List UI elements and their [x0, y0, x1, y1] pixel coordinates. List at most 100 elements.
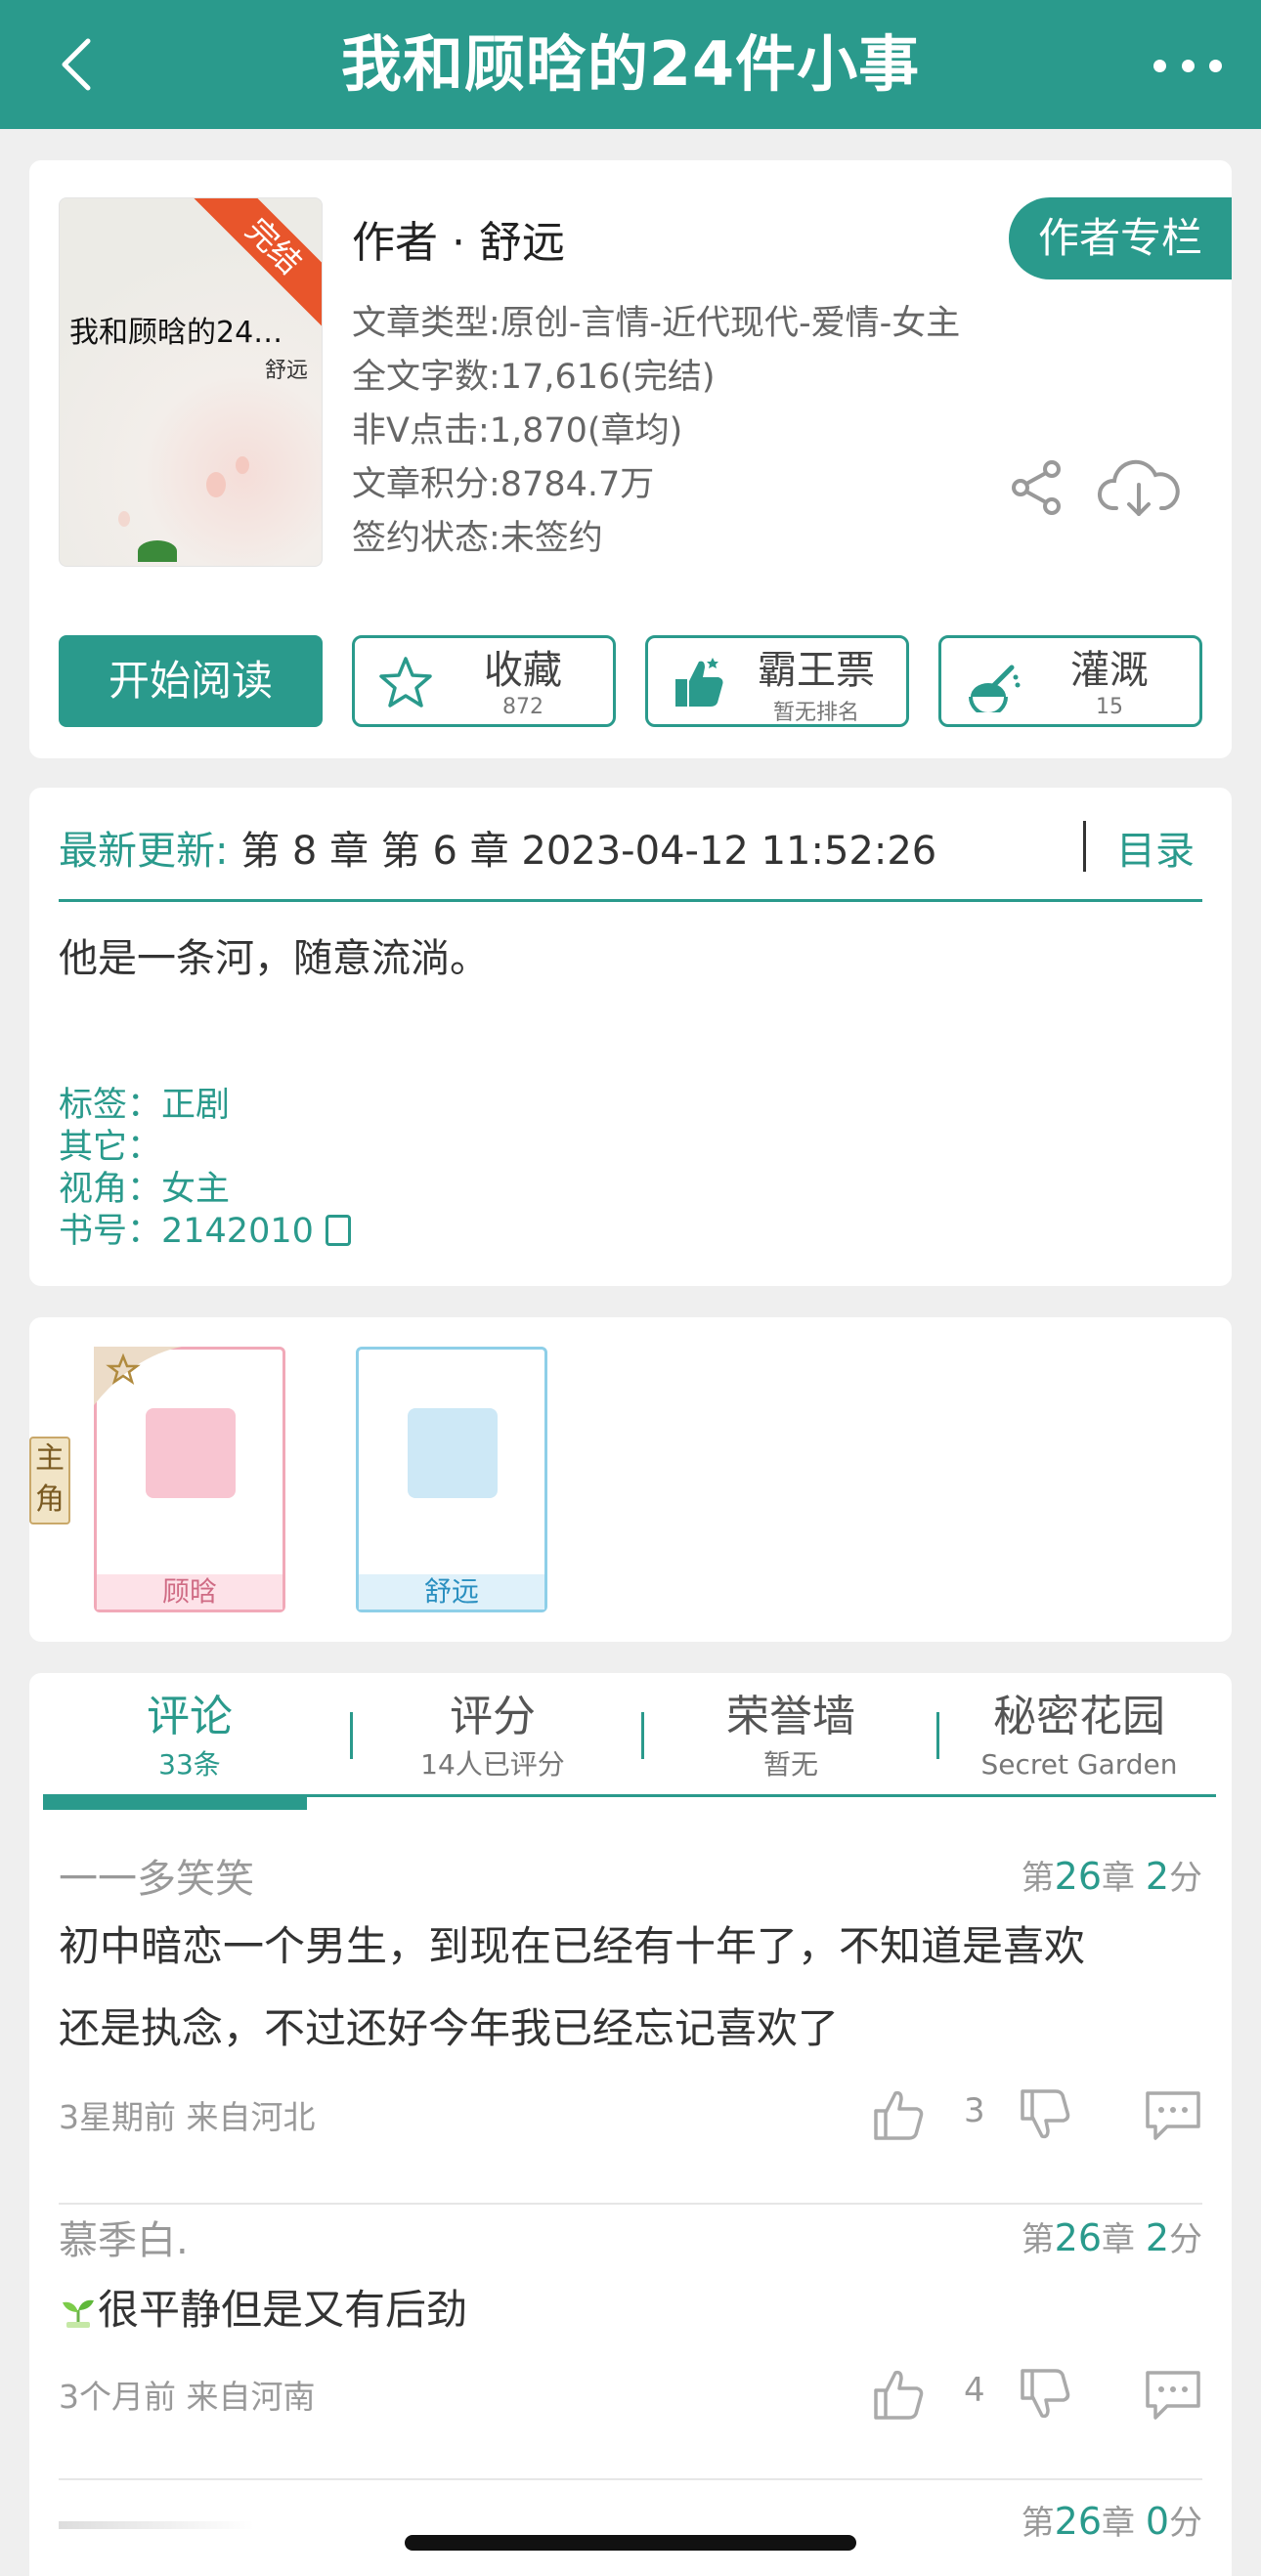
book-cover[interactable]: 完结 我和顾晗的24… 舒远 — [59, 197, 323, 567]
irrigate-count: 15 — [1096, 695, 1123, 719]
tab-divider — [350, 1712, 353, 1759]
dislike-icon[interactable] — [1017, 2365, 1075, 2424]
sign-status: 签约状态:未签约 — [352, 519, 603, 558]
comment-item[interactable]: 第26章 0分 — [59, 2492, 1202, 2576]
comment-chapter-score: 第26章 0分 — [1021, 2500, 1202, 2543]
like-icon[interactable] — [870, 2365, 929, 2424]
tag-list: 标签：正剧 其它： 视角：女主 书号：2142010 — [59, 1085, 351, 1253]
divider — [59, 2478, 1202, 2480]
characters-card: 主角 顾晗 舒远 — [29, 1317, 1232, 1642]
publisher-logo-icon — [138, 540, 177, 562]
tab-honor-wall-status: 暂无 — [762, 1748, 818, 1781]
home-indicator — [405, 2535, 856, 2551]
comment-user[interactable]: 慕季白. — [59, 2209, 189, 2265]
tab-comments-title: 评论 — [147, 1692, 233, 1741]
tab-divider — [641, 1712, 644, 1759]
star-icon — [379, 657, 432, 708]
tab-ratings[interactable]: 评分 14人已评分 — [356, 1687, 630, 1782]
avatar — [146, 1408, 236, 1498]
author-name[interactable]: 作者 · 舒远 — [352, 207, 565, 270]
tab-honor-wall[interactable]: 荣誉墙 暂无 — [649, 1687, 933, 1782]
tab-comments-count: 33条 — [158, 1748, 221, 1781]
like-icon[interactable] — [870, 2085, 929, 2144]
reply-icon[interactable] — [1144, 2085, 1202, 2144]
comment-user-placeholder — [59, 2521, 254, 2529]
click-count: 非Ⅴ点击:1,870(章均) — [352, 411, 683, 451]
latest-update-label: 最新更新: — [59, 829, 229, 874]
tag-genre[interactable]: 标签：正剧 — [59, 1085, 351, 1127]
tab-honor-wall-title: 荣誉墙 — [726, 1692, 855, 1741]
avatar — [408, 1408, 498, 1498]
character-card[interactable]: 舒远 — [356, 1347, 547, 1612]
overlord-ticket-button[interactable]: 霸王票 暂无排名 — [645, 635, 909, 727]
tab-divider — [936, 1712, 939, 1759]
irrigate-label: 灌溉 — [1070, 648, 1149, 693]
irrigate-button[interactable]: 灌溉 15 — [938, 635, 1202, 727]
comment-actions: 4 — [870, 2365, 1202, 2424]
more-options-icon[interactable] — [1153, 41, 1222, 90]
start-reading-button[interactable]: 开始阅读 — [59, 635, 323, 727]
page-title: 我和顾晗的24件小事 — [340, 28, 921, 100]
like-count: 3 — [964, 2091, 985, 2130]
share-icon[interactable] — [1007, 457, 1067, 518]
thumbs-up-icon — [675, 658, 723, 707]
comment-body: 初中暗恋一个男生，到现在已经有十年了，不知道是喜欢 还是执念，不过还好今年我已经… — [59, 1922, 1086, 2052]
book-info-card: 完结 我和顾晗的24… 舒远 作者 · 舒远 作者专栏 文章类型:原创-言情-近… — [29, 160, 1232, 758]
divider — [59, 2203, 1202, 2205]
comment-item[interactable]: 一一多笑笑 第26章 2分 初中暗恋一个男生，到现在已经有十年了，不知道是喜欢 … — [59, 1847, 1202, 2209]
petal-decoration — [236, 456, 249, 474]
table-of-contents-link[interactable]: 目录 — [1116, 819, 1195, 876]
comment-body: 很平静但是又有后劲 — [59, 2269, 467, 2351]
active-tab-indicator — [43, 1794, 307, 1810]
cover-author: 舒远 — [264, 359, 308, 383]
overlord-ticket-label: 霸王票 — [758, 648, 875, 693]
download-cloud-icon[interactable] — [1095, 453, 1183, 522]
sprout-icon — [59, 2275, 98, 2328]
book-score: 文章积分:8784.7万 — [352, 465, 655, 504]
author-column-button[interactable]: 作者专栏 — [1009, 197, 1232, 279]
petal-decoration — [206, 472, 226, 497]
character-name: 顾晗 — [97, 1574, 283, 1610]
star-corner-icon — [94, 1347, 182, 1405]
word-count: 全文字数:17,616(完结) — [352, 358, 716, 397]
main-role-label: 主角 — [29, 1437, 70, 1524]
book-type: 文章类型:原创-言情-近代现代-爱情-女主 — [352, 304, 961, 343]
tab-secret-garden-title: 秘密花园 — [993, 1692, 1165, 1741]
favorite-button[interactable]: 收藏 872 — [352, 635, 616, 727]
book-number-row: 书号：2142010 — [59, 1211, 351, 1253]
divider — [59, 899, 1202, 902]
top-bar: 我和顾晗的24件小事 — [0, 0, 1261, 129]
latest-update-value: 第 8 章 第 6 章 2023-04-12 11:52:26 — [240, 829, 937, 874]
book-meta: 文章类型:原创-言情-近代现代-爱情-女主 全文字数:17,616(完结) 非Ⅴ… — [352, 297, 960, 566]
comment-chapter-score: 第26章 2分 — [1021, 1855, 1202, 1898]
tab-ratings-count: 14人已评分 — [420, 1748, 565, 1781]
tab-secret-garden-sub: Secret Garden — [980, 1748, 1178, 1781]
comment-actions: 3 — [870, 2085, 1202, 2144]
latest-update[interactable]: 最新更新: 第 8 章 第 6 章 2023-04-12 11:52:26 — [59, 819, 936, 876]
character-name: 舒远 — [359, 1574, 544, 1610]
comment-user[interactable]: 一一多笑笑 — [59, 1847, 254, 1904]
tag-perspective[interactable]: 视角：女主 — [59, 1169, 351, 1211]
favorite-count: 872 — [502, 695, 544, 719]
copy-icon[interactable] — [325, 1215, 351, 1246]
like-count: 4 — [964, 2371, 985, 2410]
comment-item[interactable]: 慕季白. 第26章 2分 很平静但是又有后劲 3个月前 来自河南 4 — [59, 2209, 1202, 2492]
watering-icon — [969, 665, 1021, 712]
tab-secret-garden[interactable]: 秘密花园 Secret Garden — [942, 1687, 1216, 1782]
petal-decoration — [118, 511, 130, 527]
character-card[interactable]: 顾晗 — [94, 1347, 285, 1612]
tag-other: 其它： — [59, 1128, 162, 1167]
cover-title: 我和顾晗的24… — [69, 316, 283, 350]
comment-meta: 3星期前 来自河北 — [59, 2098, 316, 2136]
book-number: 书号：2142010 — [59, 1212, 314, 1251]
tab-comments[interactable]: 评论 33条 — [63, 1687, 317, 1782]
comments-card: 评论 33条 评分 14人已评分 荣誉墙 暂无 秘密花园 Secret Gard… — [29, 1673, 1232, 2576]
overlord-ticket-rank: 暂无排名 — [772, 701, 859, 725]
dislike-icon[interactable] — [1017, 2085, 1075, 2144]
tab-ratings-title: 评分 — [450, 1692, 536, 1741]
latest-update-card: 最新更新: 第 8 章 第 6 章 2023-04-12 11:52:26 目录… — [29, 788, 1232, 1286]
divider — [1083, 821, 1086, 872]
reply-icon[interactable] — [1144, 2365, 1202, 2424]
comment-chapter-score: 第26章 2分 — [1021, 2216, 1202, 2259]
book-summary: 他是一条河，随意流淌。 — [59, 936, 489, 981]
